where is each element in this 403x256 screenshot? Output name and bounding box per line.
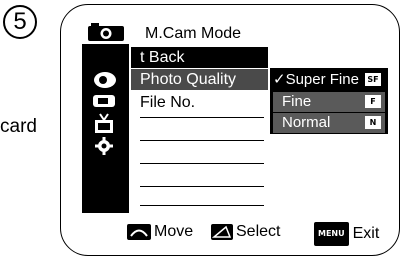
option-fine[interactable]: Fine F (273, 92, 385, 112)
super-fine-quality-icon: SF (365, 73, 381, 86)
side-label: card (0, 116, 37, 137)
menu-divider (140, 140, 264, 141)
select-hint: Select (211, 222, 280, 242)
tape-icon[interactable] (93, 113, 115, 135)
move-label: Move (154, 223, 194, 240)
menu-divider (140, 205, 264, 206)
menu-item-photo-quality[interactable]: Photo Quality (131, 69, 268, 90)
menu-divider (140, 163, 264, 164)
normal-quality-icon: N (365, 116, 381, 129)
menu-item-back-label: Back (148, 49, 185, 66)
option-label: Fine (282, 93, 312, 110)
camera-icon (88, 23, 124, 41)
step-number: 5 (3, 5, 37, 39)
option-label: Normal (282, 114, 331, 131)
select-label: Select (236, 223, 281, 240)
select-key-icon (211, 224, 233, 240)
option-super-fine[interactable]: ✓Super Fine SF (273, 70, 385, 90)
menu-title: M.Cam Mode (131, 23, 268, 44)
fine-quality-icon: F (365, 95, 381, 108)
menu-divider (140, 186, 264, 187)
gear-icon[interactable] (94, 136, 114, 156)
memory-card-icon[interactable] (92, 94, 116, 108)
move-key-icon (127, 224, 151, 240)
menu-item-back[interactable]: t Back (131, 47, 268, 68)
back-arrow-icon: t (140, 49, 145, 66)
menu-key-icon: MENU (314, 222, 349, 246)
exit-hint: MENU Exit (314, 222, 379, 246)
option-normal[interactable]: Normal N (273, 113, 385, 133)
exit-label: Exit (352, 225, 380, 242)
selected-check-icon: ✓ (273, 71, 286, 88)
menu-divider (140, 117, 264, 118)
photo-settings-icon[interactable] (93, 70, 117, 88)
option-label: Super Fine (285, 71, 359, 88)
move-hint: Move (127, 222, 193, 242)
menu-item-file-no[interactable]: File No. (131, 92, 268, 113)
